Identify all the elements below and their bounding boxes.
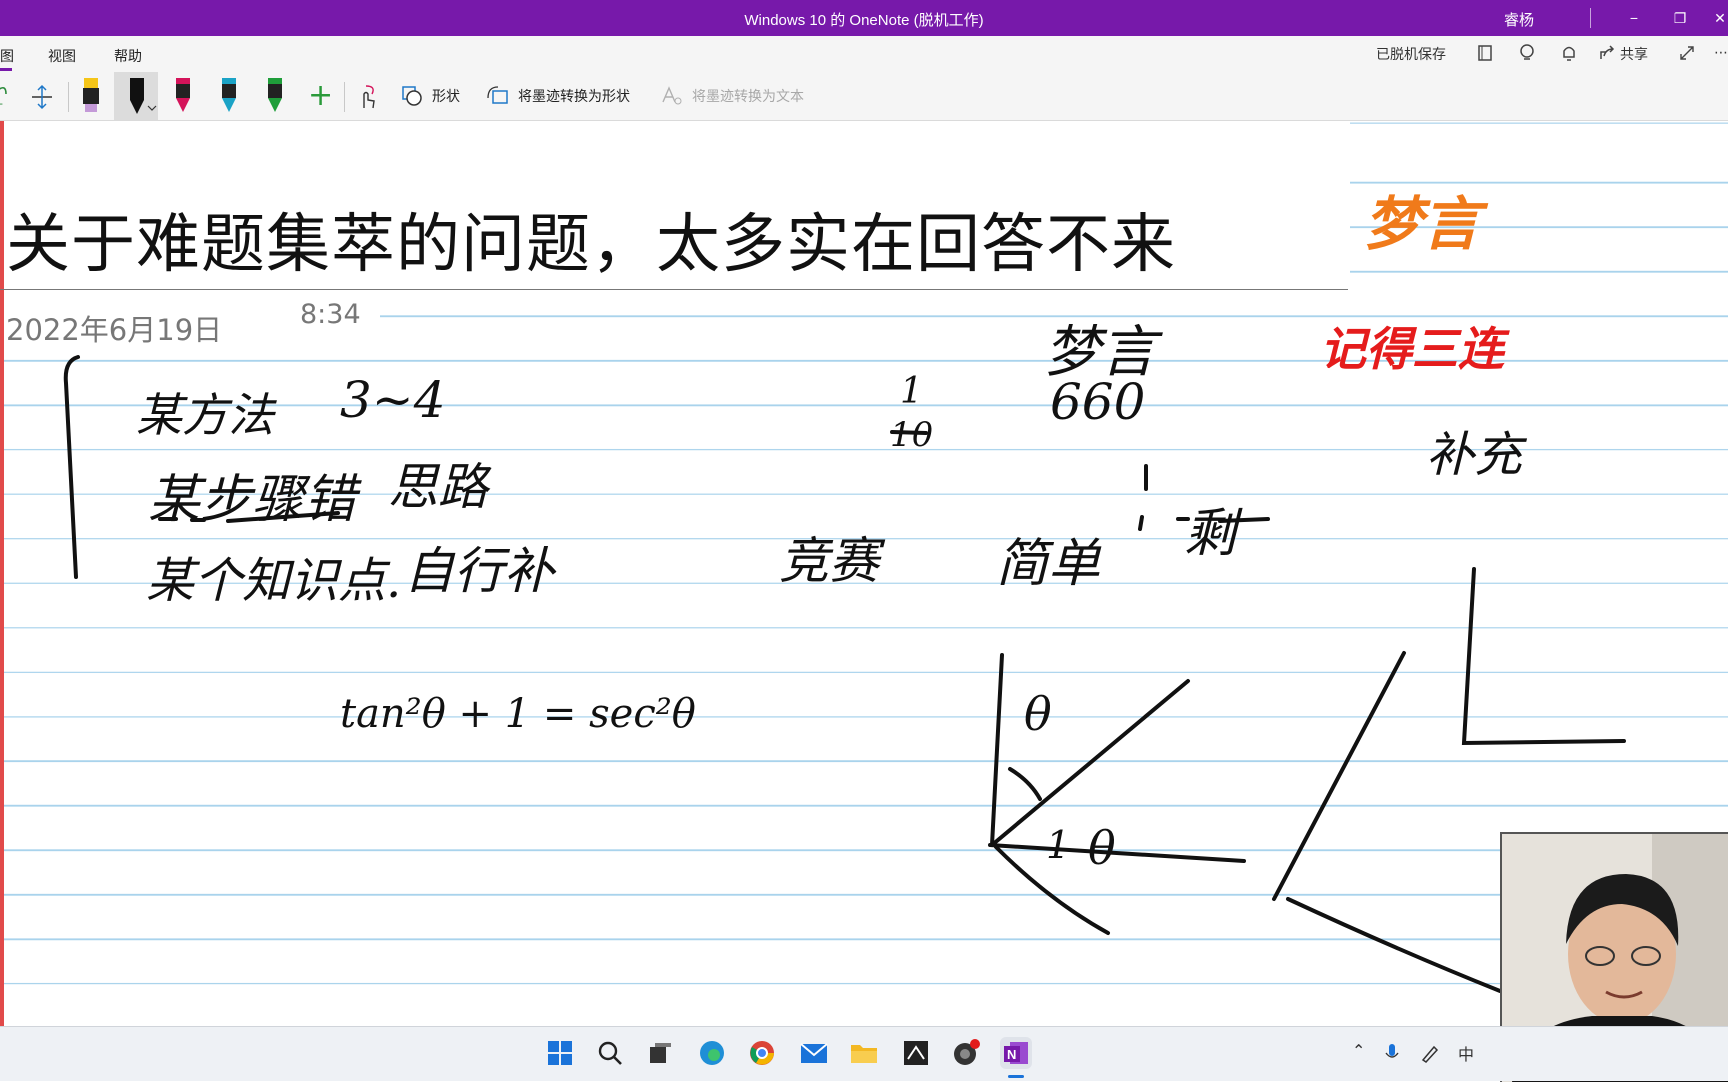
more-options-button[interactable]: ⋯: [1714, 44, 1728, 61]
ink-vertical-line: [990, 653, 1004, 847]
notebook-icon[interactable]: [1476, 44, 1494, 62]
onenote-icon[interactable]: N: [1000, 1037, 1032, 1069]
touch-draw-icon[interactable]: [356, 84, 380, 110]
ink-to-shape-label: 将墨迹转换为形状: [518, 88, 630, 104]
ink-to-text-label: 将墨迹转换为文本: [692, 88, 804, 104]
fullscreen-icon[interactable]: [1678, 44, 1696, 62]
green-pen-icon[interactable]: [264, 76, 286, 116]
mail-icon[interactable]: [798, 1037, 830, 1069]
toolbar-separator: [68, 82, 69, 112]
start-icon[interactable]: [544, 1037, 576, 1069]
cyan-pen-icon[interactable]: [218, 76, 240, 116]
app-icon[interactable]: [900, 1037, 932, 1069]
add-space-icon[interactable]: [30, 84, 54, 110]
tab-view[interactable]: 视图: [48, 46, 76, 66]
share-button[interactable]: 共享: [1620, 44, 1648, 64]
ink-to-text-icon: [662, 86, 682, 105]
close-button[interactable]: ✕: [1700, 4, 1728, 32]
ink-brace-stroke: [63, 355, 80, 579]
restore-button[interactable]: ❐: [1660, 4, 1700, 32]
ink-diagonal-line: [990, 679, 1190, 847]
bell-icon[interactable]: [1560, 43, 1578, 63]
pen-menu-icon[interactable]: [1420, 1043, 1440, 1063]
svg-text:+: +: [0, 97, 3, 111]
window-title: Windows 10 的 OneNote (脱机工作): [744, 12, 984, 29]
minimize-button[interactable]: −: [1614, 4, 1654, 32]
active-app-indicator: [1008, 1075, 1024, 1078]
search-icon[interactable]: [594, 1037, 626, 1069]
share-icon[interactable]: [1598, 44, 1616, 62]
black-pen-icon[interactable]: [124, 76, 158, 118]
ink-to-shape-icon: [487, 86, 508, 104]
add-pen-button[interactable]: +: [308, 78, 333, 113]
ink-lower-arc: [994, 845, 1110, 935]
svg-text:N: N: [1007, 1047, 1016, 1062]
ink-l-shape: [1461, 567, 1626, 746]
task-view-icon[interactable]: [644, 1037, 676, 1069]
ink-right-lower-line: [1286, 897, 1502, 993]
recorder-icon[interactable]: [950, 1037, 982, 1069]
microphone-icon[interactable]: [1384, 1043, 1400, 1065]
lasso-select-icon[interactable]: +: [0, 82, 10, 112]
magenta-pen-icon[interactable]: [172, 76, 194, 116]
tab-draw[interactable]: 图: [0, 46, 14, 71]
title-separator: [1590, 8, 1591, 28]
ink-angle-arc: [1008, 767, 1042, 801]
shapes-icon: [402, 86, 422, 106]
ink-right-diagonal: [1272, 651, 1406, 901]
tray-chevron-icon[interactable]: ⌃: [1352, 1041, 1365, 1061]
shapes-label: 形状: [432, 88, 460, 104]
file-explorer-icon[interactable]: [848, 1037, 880, 1069]
ink-underline-stroke: [158, 511, 340, 523]
title-bar: Windows 10 的 OneNote (脱机工作) 睿杨 − ❐ ✕: [0, 0, 1728, 36]
draw-toolbar: + + 形状 将墨迹转换为形状 将墨迹转换为文本: [0, 72, 1728, 121]
ink-to-shape-button[interactable]: 将墨迹转换为形状: [486, 80, 630, 112]
ink-horizontal-line: [988, 843, 1246, 863]
windows-taskbar: N ⌃ 中: [0, 1026, 1728, 1081]
ink-marks: [1138, 464, 1270, 531]
yellow-highlighter-icon[interactable]: [80, 76, 102, 114]
toolbar-separator: [344, 82, 345, 112]
edge-browser-icon[interactable]: [696, 1037, 728, 1069]
ink-to-text-button[interactable]: 将墨迹转换为文本: [660, 80, 804, 112]
saved-offline-status: 已脱机保存: [1376, 46, 1446, 62]
tab-help[interactable]: 帮助: [114, 46, 142, 66]
ink-strokes[interactable]: [0, 121, 1728, 1026]
note-page[interactable]: 关于难题集萃的问题，太多实在回答不来 2022年6月19日 8:34 梦言 记得…: [0, 121, 1728, 1026]
input-method-icon[interactable]: 中: [1458, 1041, 1474, 1065]
shapes-button[interactable]: 形状: [400, 80, 460, 112]
ribbon-tabs: 图 视图 帮助 已脱机保存 共享 ⋯: [0, 36, 1728, 72]
user-name[interactable]: 睿杨: [1504, 9, 1534, 30]
ink-fraction-bar: [890, 430, 928, 435]
chrome-browser-icon[interactable]: [746, 1037, 778, 1069]
lightbulb-icon[interactable]: [1518, 43, 1536, 63]
